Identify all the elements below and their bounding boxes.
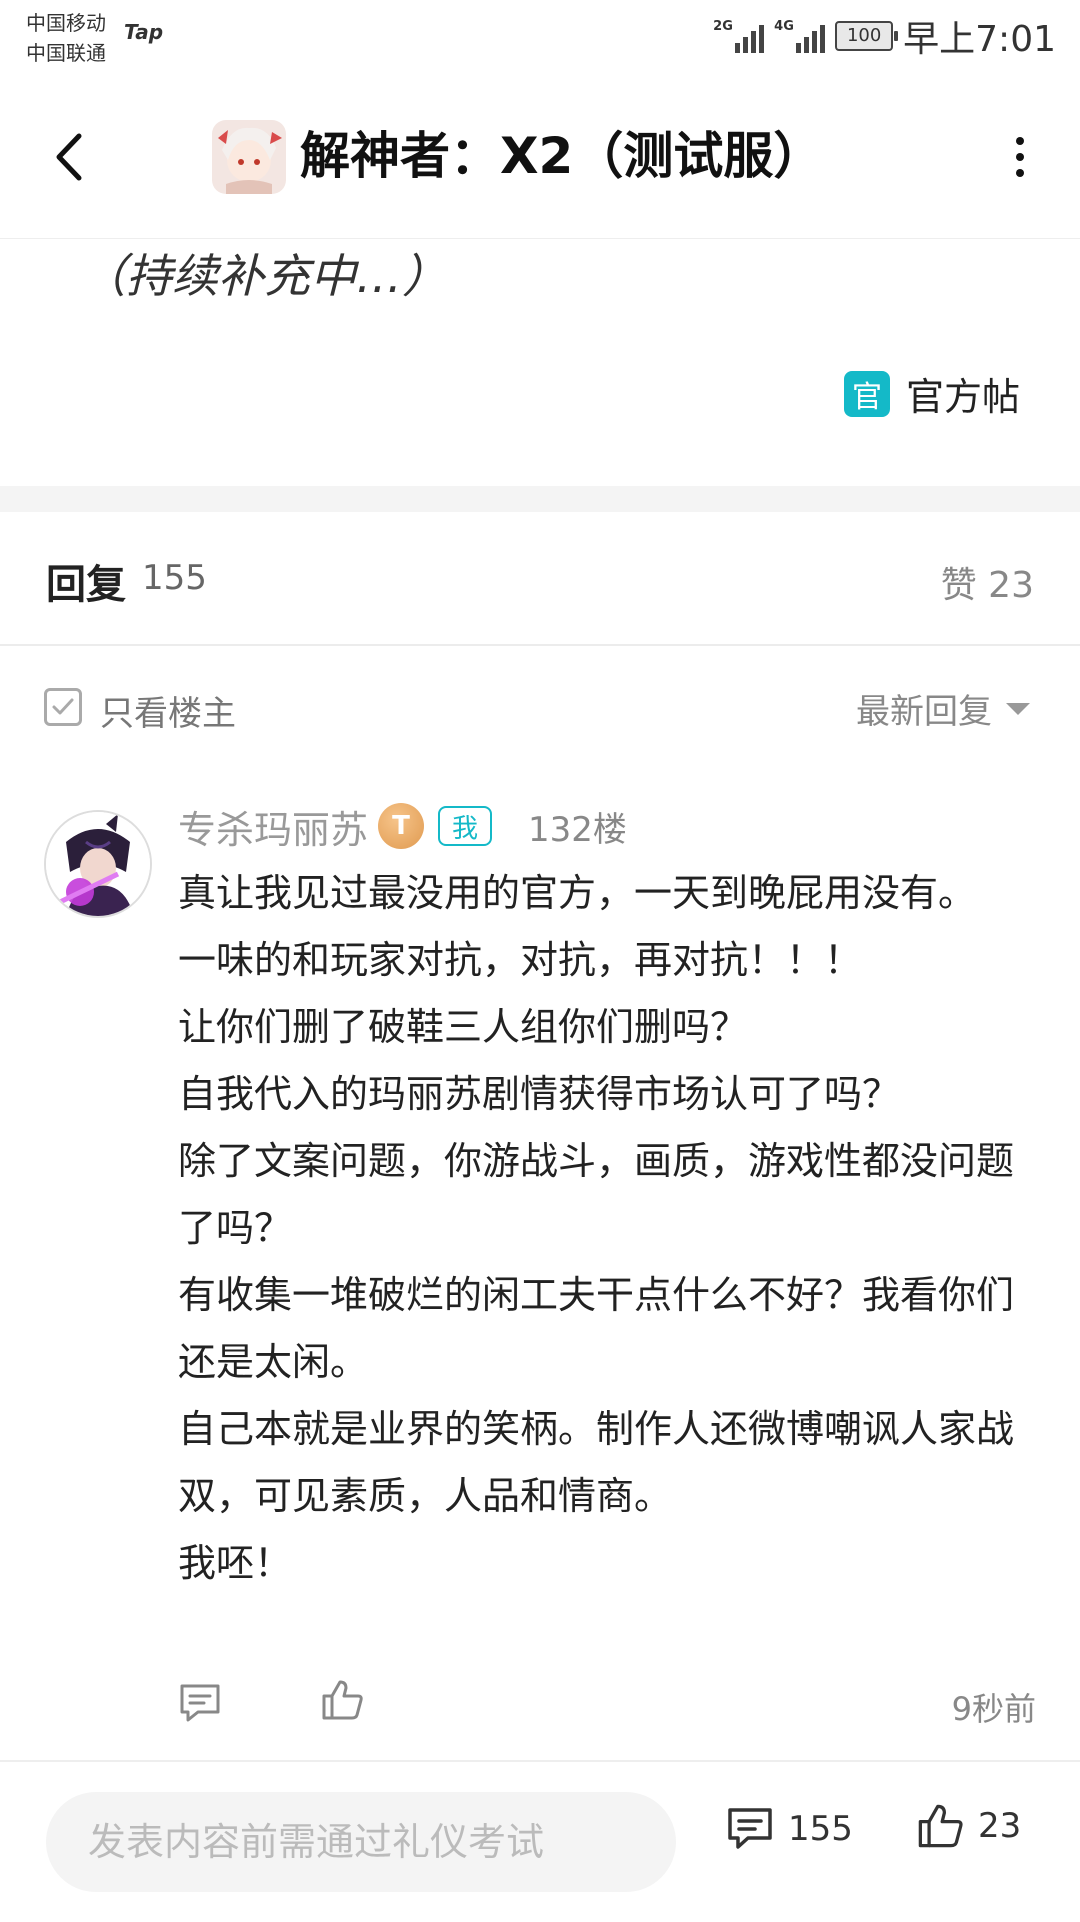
clock: 早上7:01 bbox=[903, 19, 1056, 60]
comment-username[interactable]: 专杀玛丽苏 bbox=[178, 799, 368, 854]
back-button[interactable] bbox=[40, 122, 96, 192]
only-author-label[interactable]: 只看楼主 bbox=[100, 686, 236, 735]
likes-count: 23 bbox=[978, 1806, 1022, 1846]
carrier-info: 中国移动 中国联通 bbox=[26, 8, 106, 68]
back-arrow-icon bbox=[56, 133, 82, 181]
level-badge-icon: T bbox=[378, 803, 425, 849]
signal-2g-icon: 2G bbox=[713, 19, 765, 53]
carrier-2: 中国联通 bbox=[26, 41, 106, 65]
floor-number: 132楼 bbox=[528, 809, 627, 850]
only-author-checkbox[interactable] bbox=[44, 688, 82, 726]
chevron-down-icon bbox=[1006, 702, 1030, 715]
comment-body: 真让我见过最没用的官方，一天到晚屁用没有。 一味的和玩家对抗，对抗，再对抗！！！… bbox=[178, 860, 1028, 1597]
more-options-button[interactable] bbox=[1000, 122, 1040, 192]
avatar[interactable] bbox=[44, 810, 152, 918]
status-bar: 中国移动 中国联通 Tap 2G 4G 100 早上7:01 bbox=[0, 0, 1080, 78]
page-title: 解神者：X2（测试服） bbox=[300, 127, 824, 185]
comment-line: 让你们删了破鞋三人组你们删吗？ bbox=[178, 1005, 749, 1049]
comment-line: 真让我见过最没用的官方，一天到晚屁用没有。 bbox=[178, 871, 977, 915]
post-likes-count[interactable]: 赞 23 bbox=[941, 556, 1034, 608]
section-divider bbox=[0, 486, 1080, 512]
comment-meta: 专杀玛丽苏 T 我 132楼 bbox=[178, 796, 627, 856]
comments-count: 155 bbox=[788, 1809, 853, 1849]
comment-line: 一味的和玩家对抗，对抗，再对抗！！！ bbox=[178, 938, 863, 982]
comment-line: 除了文案问题，你游战斗，画质，游戏性都没问题了吗？ bbox=[178, 1139, 1015, 1250]
comment-line: 自己本就是业界的笑柄。制作人还微博嘲讽人家战双，可见素质，人品和情商。 bbox=[178, 1407, 1015, 1518]
thumbs-up-icon bbox=[918, 1804, 963, 1848]
official-badge-icon: 官 bbox=[843, 370, 890, 417]
official-post-tag: 官 官方帖 bbox=[843, 366, 1020, 421]
like-button[interactable]: 23 bbox=[916, 1802, 1021, 1850]
reply-comment-icon[interactable] bbox=[178, 1682, 222, 1724]
post-continued-note: （持续补充中…） bbox=[80, 249, 448, 303]
replies-count: 155 bbox=[142, 558, 207, 598]
me-badge: 我 bbox=[438, 806, 493, 846]
more-vertical-icon bbox=[1016, 137, 1024, 145]
reply-input[interactable]: 发表内容前需通过礼仪考试 bbox=[46, 1792, 676, 1892]
sort-dropdown[interactable]: 最新回复 bbox=[856, 684, 1030, 733]
top-nav-bar: 解神者：X2（测试服） bbox=[0, 78, 1080, 239]
game-icon[interactable] bbox=[212, 120, 286, 194]
network-2g-label: 2G bbox=[713, 19, 733, 34]
checkmark-icon bbox=[52, 698, 74, 715]
thumbs-up-icon[interactable] bbox=[320, 1678, 364, 1722]
comment-line: 有收集一堆破烂的闲工夫干点什么不好？我看你们还是太闲。 bbox=[178, 1273, 1015, 1384]
comment-item: 专杀玛丽苏 T 我 132楼 真让我见过最没用的官方，一天到晚屁用没有。 一味的… bbox=[0, 776, 1080, 1756]
signal-4g-icon: 4G bbox=[774, 19, 826, 53]
network-4g-label: 4G bbox=[774, 19, 794, 34]
replies-title: 回复 bbox=[46, 562, 126, 608]
battery-icon: 100 bbox=[835, 21, 899, 51]
comment-timestamp: 9秒前 bbox=[951, 1690, 1036, 1728]
reply-filter-bar: 只看楼主 最新回复 bbox=[0, 646, 1080, 776]
carrier-1: 中国移动 bbox=[26, 11, 106, 35]
comment-line: 我呸！ bbox=[178, 1541, 293, 1585]
comment-line: 自我代入的玛丽苏剧情获得市场认可了吗？ bbox=[178, 1072, 901, 1116]
comments-button[interactable]: 155 bbox=[726, 1806, 853, 1852]
taptap-mark: Tap bbox=[124, 20, 164, 44]
sort-label: 最新回复 bbox=[856, 692, 992, 732]
bottom-action-bar: 发表内容前需通过礼仪考试 155 23 bbox=[0, 1760, 1080, 1922]
status-indicators: 2G 4G 100 早上7:01 bbox=[713, 10, 1056, 62]
comment-icon bbox=[728, 1808, 772, 1849]
replies-header: 回复 155 赞 23 bbox=[0, 512, 1080, 646]
comment-actions: 9秒前 bbox=[178, 1676, 1036, 1732]
official-post-label: 官方帖 bbox=[905, 375, 1020, 419]
